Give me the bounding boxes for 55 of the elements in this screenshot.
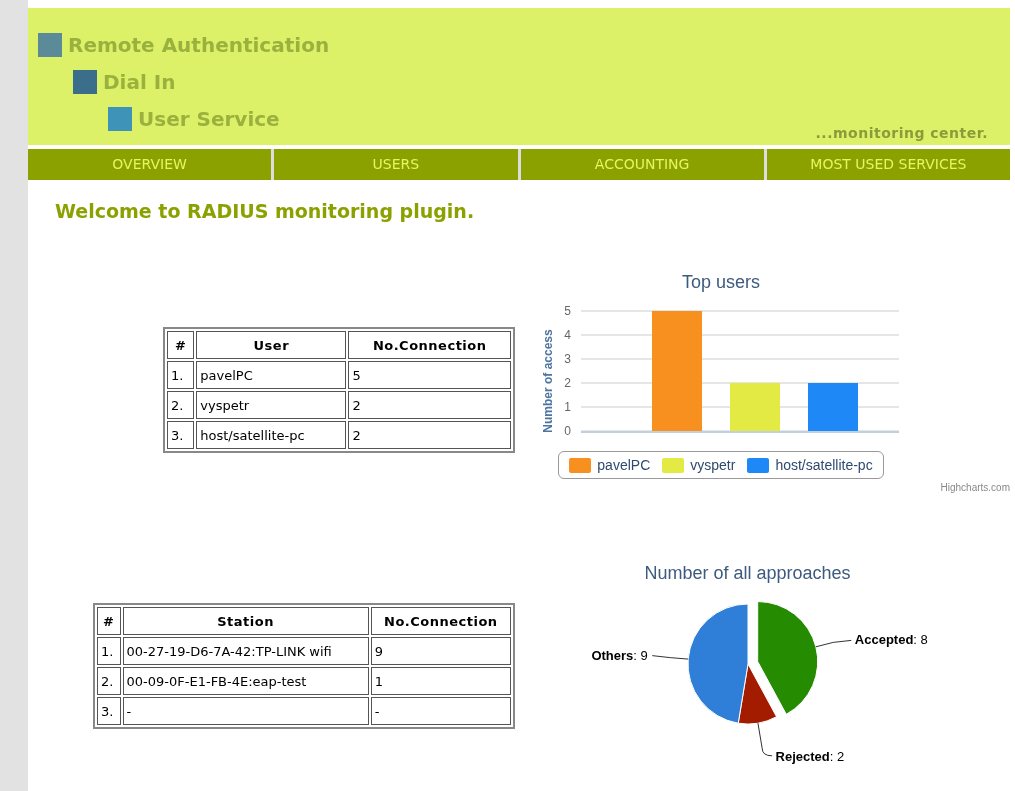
leader-line: [814, 639, 852, 648]
table-cell: vyspetr: [196, 391, 347, 419]
data-label: Rejected: 2: [775, 748, 845, 764]
column-header: #: [97, 607, 121, 635]
table-cell: 2: [348, 391, 511, 419]
site-title: Remote Authentication: [68, 32, 330, 57]
data-label: Accepted: 8: [854, 632, 928, 648]
credit-link[interactable]: Highcharts.com: [940, 482, 1010, 493]
site-title: Dial In: [103, 69, 176, 94]
axis-tick-label: 3: [564, 352, 571, 366]
data-label: Others: 9: [591, 647, 648, 663]
table-cell: 1: [370, 667, 511, 695]
table-cell: 2.: [97, 667, 121, 695]
welcome-heading: Welcome to RADIUS monitoring plugin.: [55, 200, 476, 222]
site-title: User Service: [138, 106, 280, 131]
legend-label[interactable]: pavelPC: [597, 457, 651, 473]
table-cell: 1.: [167, 361, 195, 389]
axis-tick-label: 0: [564, 424, 571, 438]
table-cell: 00-27-19-D6-7A-42:TP-LINK wifi: [122, 637, 369, 665]
chart-title: Number of all approaches: [644, 563, 851, 584]
table-cell: 3.: [97, 697, 121, 725]
table-cell: 3.: [167, 421, 195, 449]
leader-line: [756, 722, 773, 757]
nav-tab[interactable]: ACCOUNTING: [520, 149, 764, 180]
axis-tick-label: 5: [564, 304, 571, 318]
table-cell: -: [370, 697, 511, 725]
table-cell: -: [122, 697, 369, 725]
square-icon: [108, 106, 132, 131]
table-cell: 00-09-0F-E1-FB-4E:eap-test: [122, 667, 369, 695]
square-icon: [73, 69, 97, 94]
table-cell: 9: [370, 637, 511, 665]
axis-tick-label: 2: [564, 376, 571, 390]
column-header: No.Connection: [370, 607, 511, 635]
table-cell: 2: [348, 421, 511, 449]
column-header: User: [196, 331, 347, 359]
tagline: ...monitoring center.: [815, 125, 988, 141]
table-cell: 1.: [97, 637, 121, 665]
column-header: #: [167, 331, 195, 359]
table-cell: host/satellite-pc: [196, 421, 347, 449]
axis-title: Number of access: [541, 329, 555, 433]
table-cell: 5: [348, 361, 511, 389]
table-cell: pavelPC: [196, 361, 347, 389]
legend-label[interactable]: host/satellite-pc: [775, 457, 873, 473]
leader-line: [651, 655, 689, 660]
column-header: Station: [122, 607, 369, 635]
nav-tab[interactable]: MOST USED SERVICES: [766, 149, 1010, 180]
nav-tab[interactable]: OVERVIEW: [28, 149, 272, 180]
column-header: No.Connection: [348, 331, 511, 359]
chart-title: Top users: [681, 272, 760, 293]
axis-tick-label: 4: [564, 328, 571, 342]
axis-tick-label: 1: [564, 400, 571, 414]
legend-label[interactable]: vyspetr: [690, 457, 736, 473]
square-icon: [38, 32, 62, 57]
nav-tab[interactable]: USERS: [274, 149, 518, 180]
table-cell: 2.: [167, 391, 195, 419]
